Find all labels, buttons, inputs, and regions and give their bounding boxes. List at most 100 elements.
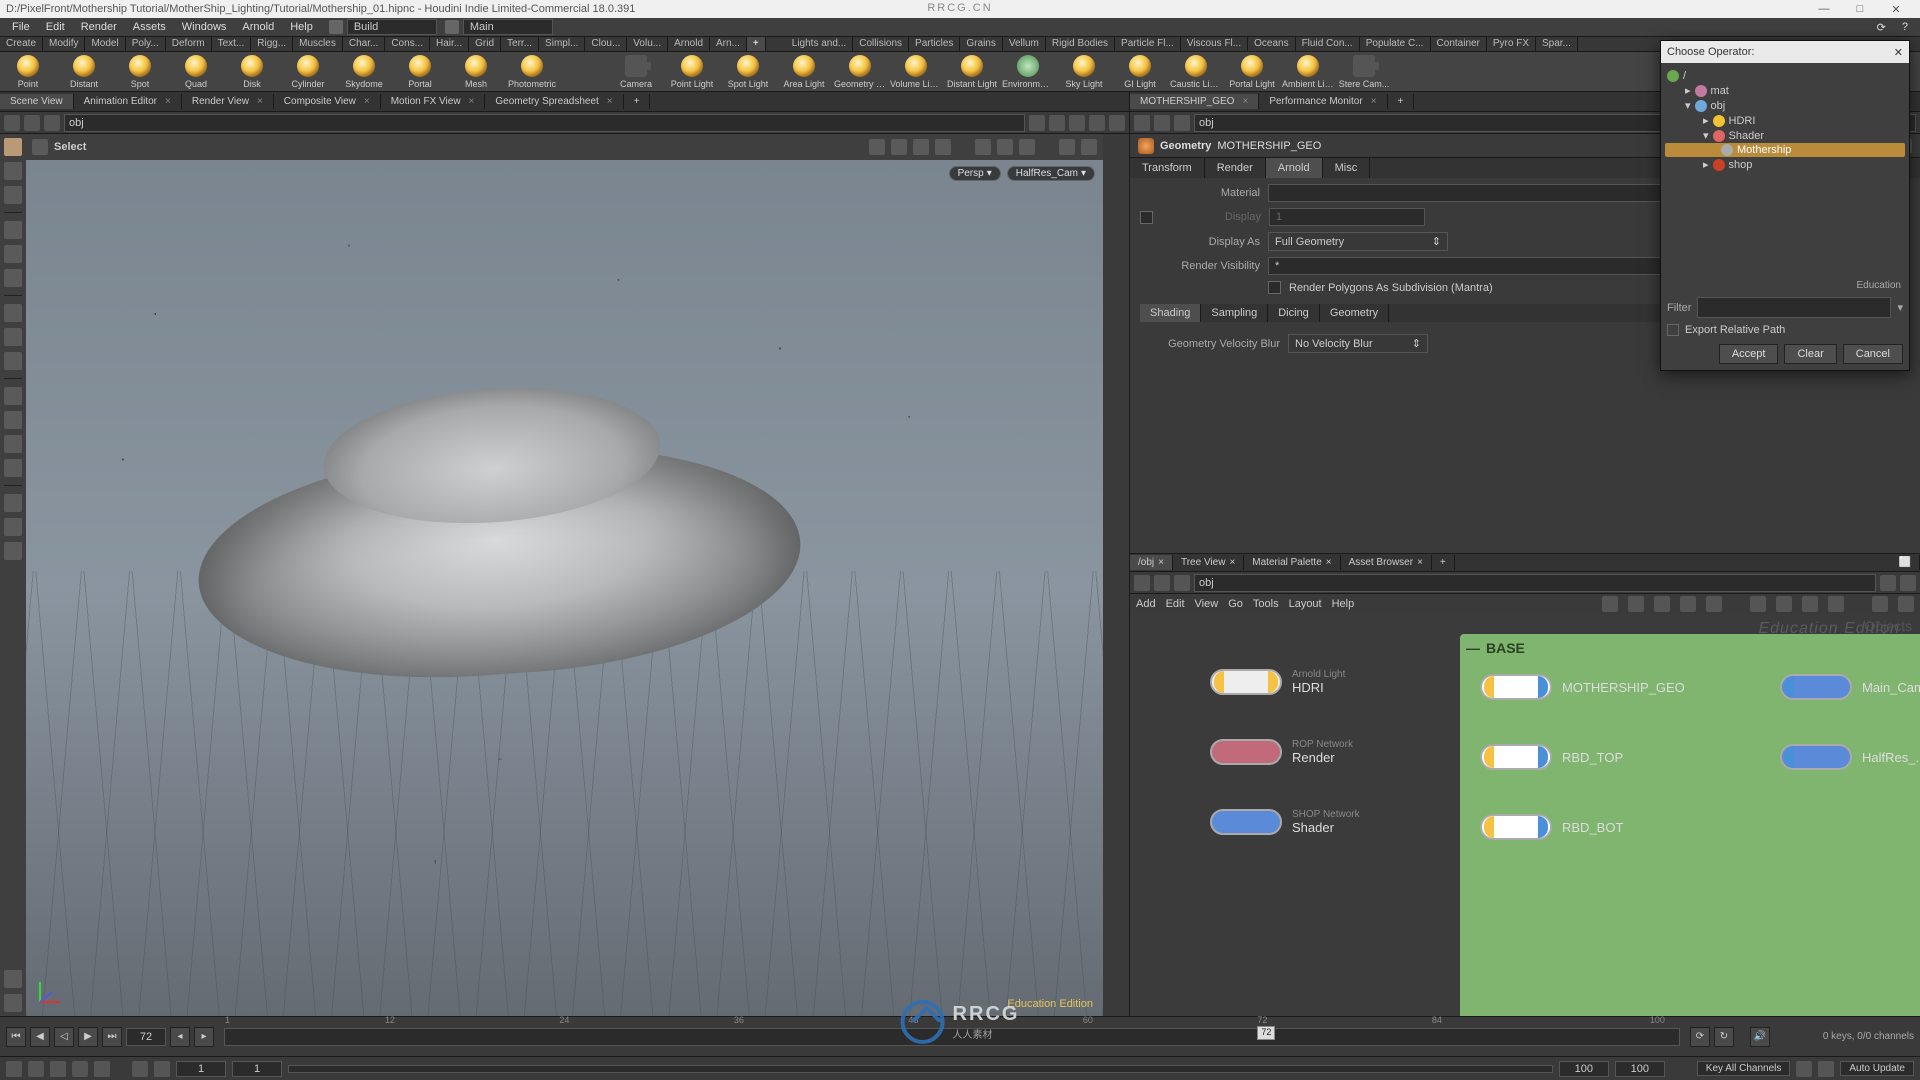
node-main-cam[interactable]: Main_Cam — [1780, 674, 1920, 700]
tool-arealight[interactable]: Area Light — [780, 55, 828, 89]
select-flag[interactable] — [1484, 746, 1494, 768]
inspect-tool-icon[interactable] — [4, 518, 22, 536]
tab-geo-spreadsheet[interactable]: Geometry Spreadsheet× — [485, 94, 623, 109]
pin-icon[interactable] — [1900, 575, 1916, 591]
range-start-field[interactable] — [176, 1061, 226, 1077]
close-icon[interactable]: × — [1417, 557, 1423, 568]
cancel-button[interactable]: Cancel — [1843, 344, 1903, 364]
tab-render-view[interactable]: Render View× — [182, 94, 274, 109]
tool-distant[interactable]: Distant — [60, 55, 108, 89]
display-flag[interactable] — [1538, 816, 1548, 838]
tab-add[interactable]: + — [1432, 555, 1455, 570]
grid-icon[interactable] — [1680, 596, 1696, 612]
shelf-tab[interactable]: Spar... — [1536, 37, 1578, 51]
window-max-icon[interactable]: □ — [1842, 3, 1878, 15]
tool-camera[interactable]: Camera — [612, 55, 660, 89]
close-icon[interactable]: × — [257, 96, 263, 107]
display-flag[interactable] — [1214, 671, 1224, 693]
shelf-tab[interactable]: Lights and... — [786, 37, 853, 51]
range-end-field[interactable] — [1615, 1061, 1665, 1077]
close-icon[interactable]: × — [1242, 96, 1248, 107]
tool-portallight[interactable]: Portal Light — [1228, 55, 1276, 89]
wire-style-icon[interactable] — [1602, 596, 1618, 612]
tool-gilight[interactable]: GI Light — [1116, 55, 1164, 89]
view-tool-icon[interactable] — [4, 494, 22, 512]
tool-disk[interactable]: Disk — [228, 55, 276, 89]
auto-update-select[interactable]: Auto Update — [1840, 1061, 1914, 1076]
maximize-pane-icon[interactable]: ⬜ — [1891, 555, 1920, 570]
clear-button[interactable]: Clear — [1784, 344, 1836, 364]
tool-geolight[interactable]: Geometry Light — [836, 55, 884, 89]
range-first-field[interactable] — [232, 1061, 282, 1077]
grid2-icon[interactable] — [1706, 596, 1722, 612]
snap-tool-icon[interactable] — [4, 304, 22, 322]
snap2-icon[interactable] — [997, 139, 1013, 155]
cplane-icon[interactable] — [1059, 139, 1075, 155]
shelf-tab[interactable]: Fluid Con... — [1296, 37, 1360, 51]
shelf-tab[interactable]: Grains — [960, 37, 1002, 51]
display-as-select[interactable]: Full Geometry⇕ — [1268, 232, 1448, 251]
node-halfres-cam[interactable]: HalfRes_... — [1780, 744, 1920, 770]
tool-cylinder[interactable]: Cylinder — [284, 55, 332, 89]
shelf-add-tab[interactable]: + — [747, 37, 766, 51]
shelf-tab[interactable]: Container — [1431, 37, 1487, 51]
shelf-tab[interactable]: Rigg... — [251, 37, 293, 51]
desktop-build-label[interactable]: Build — [347, 19, 437, 35]
polysplit-icon[interactable] — [4, 459, 22, 477]
shelf-tab[interactable]: Deform — [166, 37, 212, 51]
tree-mothership[interactable]: Mothership — [1665, 143, 1905, 157]
shelf-tab[interactable]: Cons... — [385, 37, 430, 51]
sticky-icon[interactable] — [1802, 596, 1818, 612]
shelf-tab[interactable]: Hair... — [430, 37, 469, 51]
nav-fwd-icon[interactable] — [1154, 575, 1170, 591]
camera-menu[interactable]: HalfRes_Cam▾ — [1007, 166, 1095, 181]
autokey-icon[interactable] — [6, 1061, 22, 1077]
find-icon[interactable] — [1872, 596, 1888, 612]
play-bwd-button[interactable]: ◁ — [54, 1027, 74, 1047]
nav-home-icon[interactable] — [44, 115, 60, 131]
menu-file[interactable]: File — [4, 21, 38, 33]
net-menu-view[interactable]: View — [1195, 598, 1219, 610]
snap-point-icon[interactable] — [4, 352, 22, 370]
prev-frame-button[interactable]: ◀ — [30, 1027, 50, 1047]
close-icon[interactable]: × — [1158, 557, 1164, 568]
shelf-tab[interactable]: Viscous Fl... — [1181, 37, 1248, 51]
group-icon[interactable] — [1019, 139, 1035, 155]
handle-tool-icon[interactable] — [4, 387, 22, 405]
cook-icon[interactable] — [1796, 1061, 1812, 1077]
overview-icon[interactable] — [1898, 596, 1914, 612]
viewport-canvas[interactable]: Persp▾ HalfRes_Cam▾ Education Edition — [26, 160, 1103, 1016]
shelf-tab[interactable]: Volu... — [627, 37, 668, 51]
tree-root[interactable]: / — [1665, 69, 1905, 83]
shelf-tab[interactable]: Model — [85, 37, 125, 51]
tab-add[interactable]: + — [1388, 94, 1415, 109]
close-icon[interactable]: × — [1229, 557, 1235, 568]
tool-point[interactable]: Point — [4, 55, 52, 89]
netbox-header[interactable]: —BASE — [1466, 640, 1920, 656]
subtab-geometry[interactable]: Geometry — [1320, 304, 1389, 322]
move-tool-icon[interactable] — [4, 221, 22, 239]
shelf-tab[interactable]: Collisions — [853, 37, 909, 51]
menu-arnold[interactable]: Arnold — [234, 21, 282, 33]
shelf-tab[interactable]: Create — [0, 37, 43, 51]
node-mothership-geo[interactable]: MOTHERSHIP_GEO — [1480, 674, 1685, 700]
menu-edit[interactable]: Edit — [38, 21, 73, 33]
tool-ambientlight[interactable]: Ambient Light — [1284, 55, 1332, 89]
range-last-field[interactable] — [1559, 1061, 1609, 1077]
next-key-button[interactable]: ▸ — [194, 1027, 214, 1047]
scale-tool-icon[interactable] — [4, 269, 22, 287]
shelf-tab[interactable]: Vellum — [1003, 37, 1046, 51]
node-render[interactable]: ROP NetworkRender — [1210, 739, 1353, 765]
path-pin-icon[interactable] — [1029, 115, 1045, 131]
tab-composite-view[interactable]: Composite View× — [274, 94, 381, 109]
snapshot-icon[interactable] — [1750, 596, 1766, 612]
select-flag[interactable] — [1484, 816, 1494, 838]
node-rbd-bot[interactable]: RBD_BOT — [1480, 814, 1623, 840]
path-fullscreen-icon[interactable] — [1109, 115, 1125, 131]
loop-icon[interactable]: ↻ — [1714, 1027, 1734, 1047]
tool-quad[interactable]: Quad — [172, 55, 220, 89]
close-icon[interactable]: × — [1326, 557, 1332, 568]
scope-icon[interactable] — [28, 1061, 44, 1077]
close-icon[interactable]: ✕ — [1894, 46, 1903, 59]
menu-assets[interactable]: Assets — [125, 21, 174, 33]
